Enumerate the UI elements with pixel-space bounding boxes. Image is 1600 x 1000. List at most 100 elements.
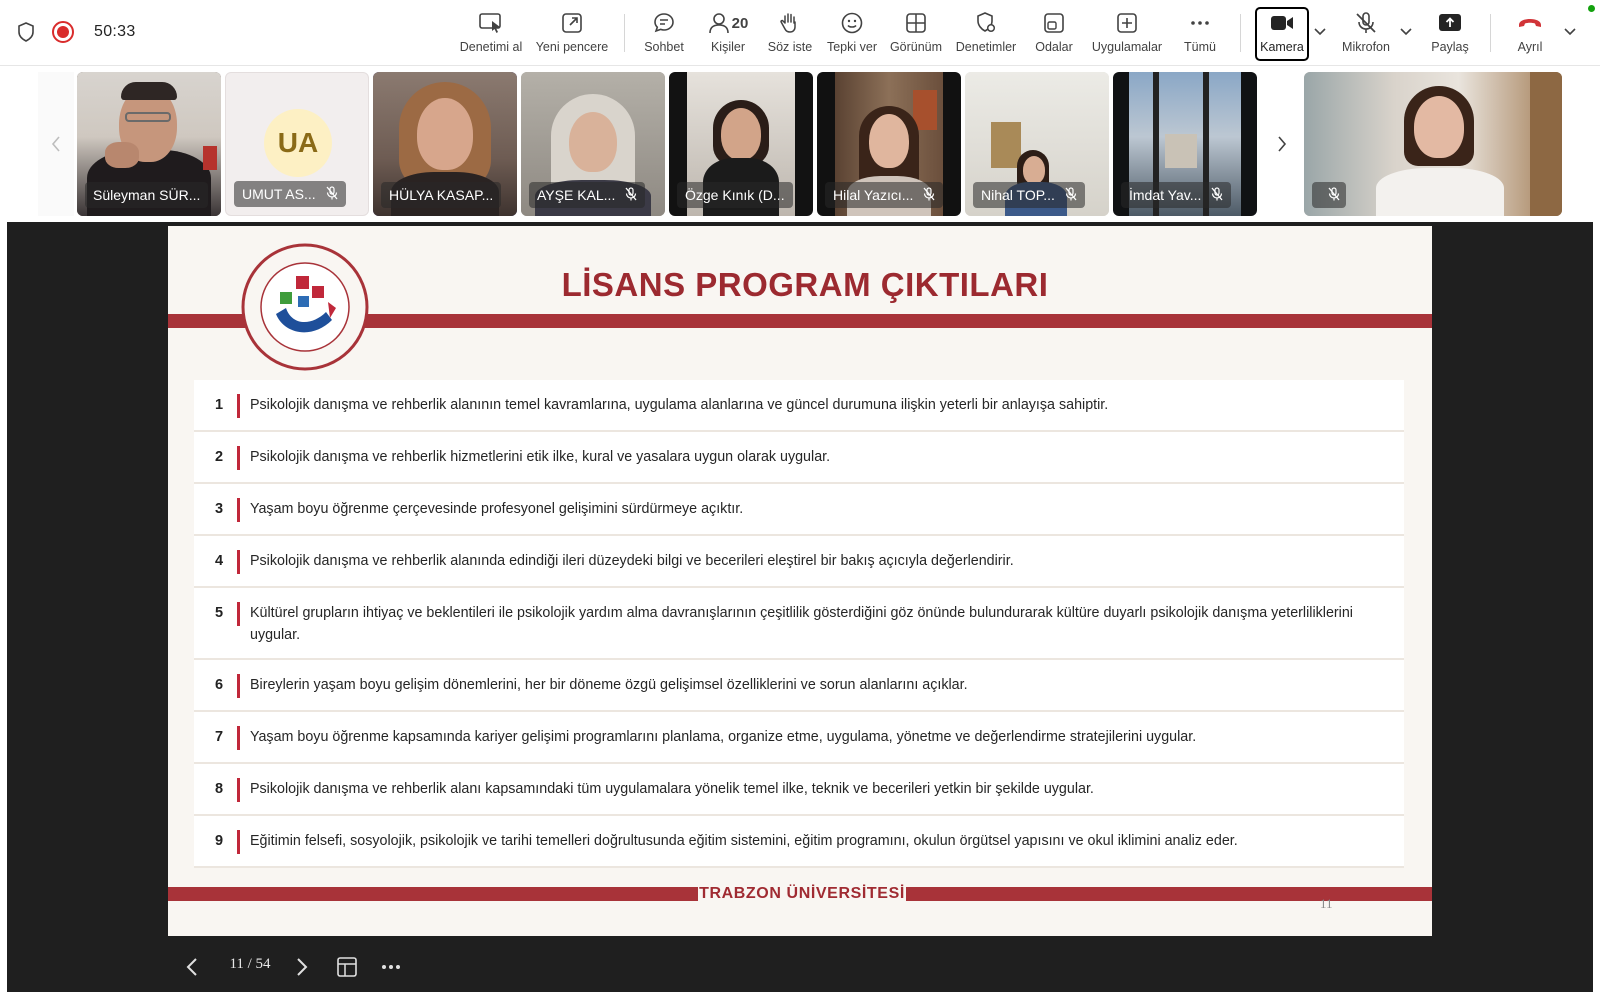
grid-icon <box>905 8 927 38</box>
shield-icon[interactable] <box>14 18 38 46</box>
self-view-tile[interactable] <box>1304 72 1562 216</box>
more-button[interactable]: Tümü <box>1176 8 1224 60</box>
participant-name-tag: AYŞE KAL... <box>529 182 646 208</box>
participant-face <box>569 112 617 172</box>
participant-name-tag: Hilal Yazıcı... <box>825 182 944 208</box>
outcomes-list: 1 Psikolojik danışma ve rehberlik alanın… <box>194 380 1404 868</box>
slide-grid-view-button[interactable] <box>334 952 360 982</box>
next-slide-button[interactable] <box>290 952 314 982</box>
meeting-toolbar: 50:33 Denetimi al Yeni pencere Sohbet 20… <box>0 0 1600 66</box>
participant-name: AYŞE KAL... <box>537 187 616 203</box>
item-text: Eğitimin felsefi, sosyolojik, psikolojik… <box>250 833 1238 849</box>
mic-button[interactable]: Mikrofon <box>1336 8 1396 60</box>
previous-slide-button[interactable] <box>180 952 204 982</box>
participant-name-tag: İmdat Yav... <box>1121 182 1232 208</box>
mic-off-icon <box>1354 8 1378 38</box>
leave-options-chevron-icon[interactable] <box>1562 24 1578 40</box>
people-icon-wrap: 20 <box>708 8 748 38</box>
strip-prev-button[interactable] <box>38 72 74 216</box>
smile-icon <box>840 8 864 38</box>
take-control-button[interactable]: Denetimi al <box>456 8 526 60</box>
chevron-right-icon <box>297 958 308 976</box>
item-number: 8 <box>214 781 224 797</box>
meeting-status: 50:33 <box>14 18 136 46</box>
controls-button[interactable]: Denetimler <box>952 8 1020 60</box>
presentation-slide: LİSANS PROGRAM ÇIKTILARI 1 Psikolojik da… <box>168 226 1432 936</box>
glasses <box>125 112 171 122</box>
raise-hand-button[interactable]: Söz iste <box>762 8 818 60</box>
item-text: Yaşam boyu öğrenme çerçevesinde profesyo… <box>250 501 744 517</box>
chat-button[interactable]: Sohbet <box>636 8 692 60</box>
list-item: 8 Psikolojik danışma ve rehberlik alanı … <box>194 764 1404 816</box>
chat-label: Sohbet <box>644 40 684 54</box>
share-icon <box>1438 8 1462 38</box>
new-window-button[interactable]: Yeni pencere <box>532 8 612 60</box>
hang-up-icon <box>1517 8 1543 38</box>
participant-face <box>1023 156 1045 184</box>
camera-options-chevron-icon[interactable] <box>1312 24 1328 40</box>
item-number: 4 <box>214 553 224 569</box>
rooms-button[interactable]: Odalar <box>1028 8 1080 60</box>
participant-tile[interactable]: HÜLYA KASAP... <box>373 72 517 216</box>
item-marker <box>237 778 240 802</box>
participant-tile[interactable]: İmdat Yav... <box>1113 72 1257 216</box>
mic-off-icon <box>625 186 637 204</box>
view-button[interactable]: Görünüm <box>886 8 946 60</box>
mic-off-icon <box>923 186 935 204</box>
item-number: 3 <box>214 501 224 517</box>
participant-tile[interactable]: Süleyman SÜR... <box>77 72 221 216</box>
participant-hair <box>121 82 177 100</box>
react-button[interactable]: Tepki ver <box>824 8 880 60</box>
item-marker <box>237 498 240 522</box>
item-number: 6 <box>214 677 224 693</box>
mic-off-icon <box>326 185 338 203</box>
chat-icon <box>652 8 676 38</box>
list-item: 3 Yaşam boyu öğrenme çerçevesinde profes… <box>194 484 1404 536</box>
camera-button[interactable]: Kamera <box>1256 8 1308 60</box>
apps-button[interactable]: Uygulamalar <box>1088 8 1166 60</box>
recording-icon <box>52 21 74 43</box>
chevron-right-icon <box>1278 136 1287 152</box>
item-marker <box>237 550 240 574</box>
video-camera-icon <box>1269 8 1295 38</box>
mic-options-chevron-icon[interactable] <box>1398 24 1414 40</box>
participant-tile[interactable]: Özge Kınık (D... <box>669 72 813 216</box>
people-icon <box>708 13 729 34</box>
slide-more-options-button[interactable] <box>378 952 404 982</box>
people-button[interactable]: 20 Kişiler <box>700 8 756 60</box>
participant-name: Özge Kınık (D... <box>685 187 785 203</box>
raise-hand-icon <box>778 8 802 38</box>
participant-tile[interactable]: UA UMUT AS... <box>225 72 369 216</box>
mic-off-icon <box>1211 186 1223 204</box>
mic-off-icon <box>1328 186 1340 204</box>
wardrobe <box>1530 72 1562 216</box>
camera-label: Kamera <box>1260 40 1304 54</box>
participant-name-tag: HÜLYA KASAP... <box>381 182 502 208</box>
mic-label: Mikrofon <box>1342 40 1390 54</box>
list-item: 5 Kültürel grupların ihtiyaç ve beklenti… <box>194 588 1404 660</box>
participant-name-tag: Süleyman SÜR... <box>85 182 209 208</box>
participant-face <box>417 98 473 170</box>
chevron-left-icon <box>186 958 197 976</box>
participant-tile[interactable]: AYŞE KAL... <box>521 72 665 216</box>
controls-label: Denetimler <box>955 40 1017 54</box>
share-button[interactable]: Paylaş <box>1422 8 1478 60</box>
toolbar-divider <box>624 14 625 52</box>
leave-label: Ayrıl <box>1517 40 1543 54</box>
strip-next-button[interactable] <box>1264 72 1300 216</box>
more-label: Tümü <box>1184 40 1216 54</box>
participant-name: Nihal TOP... <box>981 187 1055 203</box>
participant-tile[interactable]: Hilal Yazıcı... <box>817 72 961 216</box>
item-marker <box>237 830 240 854</box>
react-label: Tepki ver <box>826 40 878 54</box>
participant-name-tag: Nihal TOP... <box>973 182 1085 208</box>
avatar: UA <box>264 109 332 177</box>
toolbar-divider <box>1490 14 1491 52</box>
participant-name-tag: Özge Kınık (D... <box>677 182 793 208</box>
leave-button[interactable]: Ayrıl <box>1504 8 1556 60</box>
item-marker <box>237 674 240 698</box>
participant-face <box>869 114 909 168</box>
item-number: 1 <box>214 397 224 413</box>
participant-tile[interactable]: Nihal TOP... <box>965 72 1109 216</box>
slide-title: LİSANS PROGRAM ÇIKTILARI <box>561 266 1049 303</box>
